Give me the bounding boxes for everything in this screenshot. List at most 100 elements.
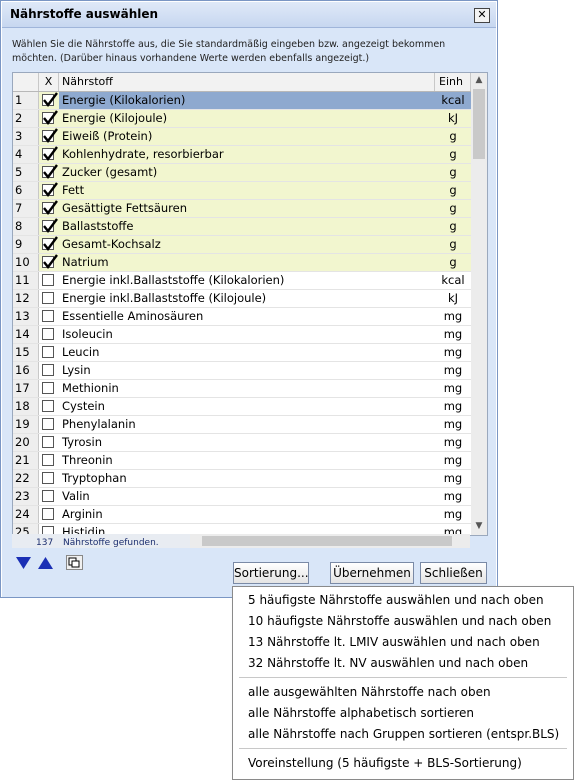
checkbox-icon[interactable] — [42, 110, 58, 125]
checkbox-icon[interactable] — [42, 400, 54, 412]
vertical-scrollbar[interactable]: ▲ ▼ — [471, 73, 487, 535]
table-row[interactable]: 15 Leucin mg — [13, 344, 471, 362]
row-checkbox[interactable] — [39, 362, 59, 379]
menu-item-top5[interactable]: 5 häufigste Nährstoffe auswählen und nac… — [248, 593, 544, 607]
table-row[interactable]: 7 Gesättigte Fettsäuren g — [13, 200, 471, 218]
close-icon[interactable]: ✕ — [474, 8, 490, 23]
checkbox-icon[interactable] — [42, 418, 54, 430]
arrow-down-icon[interactable] — [15, 555, 32, 570]
row-checkbox[interactable] — [39, 200, 59, 217]
checkbox-icon[interactable] — [42, 364, 54, 376]
row-checkbox[interactable] — [39, 398, 59, 415]
table-row[interactable]: 16 Lysin mg — [13, 362, 471, 380]
checkbox-icon[interactable] — [42, 346, 54, 358]
h-scroll-thumb[interactable] — [202, 536, 452, 546]
header-name[interactable]: Nährstoff — [59, 73, 435, 91]
nutrient-unit: kcal — [435, 92, 471, 109]
row-checkbox[interactable] — [39, 182, 59, 199]
row-checkbox[interactable] — [39, 218, 59, 235]
table-row[interactable]: 24 Arginin mg — [13, 506, 471, 524]
checkbox-icon[interactable] — [42, 92, 58, 107]
copy-icon[interactable] — [66, 555, 83, 570]
row-number: 6 — [13, 182, 39, 199]
row-checkbox[interactable] — [39, 290, 59, 307]
menu-item-alphabetic[interactable]: alle Nährstoffe alphabetisch sortieren — [248, 706, 474, 720]
row-checkbox[interactable] — [39, 416, 59, 433]
row-checkbox[interactable] — [39, 308, 59, 325]
checkbox-icon[interactable] — [42, 218, 58, 233]
table-row[interactable]: 22 Tryptophan mg — [13, 470, 471, 488]
checkbox-icon[interactable] — [42, 454, 54, 466]
menu-item-default[interactable]: Voreinstellung (5 häufigste + BLS-Sortie… — [248, 756, 522, 770]
checkbox-icon[interactable] — [42, 164, 58, 179]
row-checkbox[interactable] — [39, 506, 59, 523]
table-row[interactable]: 11 Energie inkl.Ballaststoffe (Kilokalori… — [13, 272, 471, 290]
row-checkbox[interactable] — [39, 488, 59, 505]
table-row[interactable]: 20 Tyrosin mg — [13, 434, 471, 452]
checkbox-icon[interactable] — [42, 490, 54, 502]
row-checkbox[interactable] — [39, 128, 59, 145]
arrow-up-icon[interactable] — [37, 555, 54, 570]
checkbox-icon[interactable] — [42, 292, 54, 304]
checkbox-icon[interactable] — [42, 508, 54, 520]
table-row[interactable]: 12 Energie inkl.Ballaststoffe (Kilojoule)… — [13, 290, 471, 308]
table-row[interactable]: 8 Ballaststoffe g — [13, 218, 471, 236]
menu-item-selected-top[interactable]: alle ausgewählten Nährstoffe nach oben — [248, 685, 491, 699]
checkbox-icon[interactable] — [42, 436, 54, 448]
table-row[interactable]: 9 Gesamt-Kochsalz g — [13, 236, 471, 254]
table-row[interactable]: 21 Threonin mg — [13, 452, 471, 470]
table-row[interactable]: 10 Natrium g — [13, 254, 471, 272]
checkbox-icon[interactable] — [42, 146, 58, 161]
table-row[interactable]: 2 Energie (Kilojoule) kJ — [13, 110, 471, 128]
scroll-down-icon[interactable]: ▼ — [471, 519, 487, 533]
checkbox-icon[interactable] — [42, 310, 54, 322]
table-row[interactable]: 13 Essentielle Aminosäuren mg — [13, 308, 471, 326]
table-row[interactable]: 3 Eiweiß (Protein) g — [13, 128, 471, 146]
table-row[interactable]: 6 Fett g — [13, 182, 471, 200]
row-checkbox[interactable] — [39, 452, 59, 469]
header-unit[interactable]: Einh — [435, 73, 471, 91]
row-checkbox[interactable] — [39, 470, 59, 487]
table-row[interactable]: 19 Phenylalanin mg — [13, 416, 471, 434]
menu-item-nv32[interactable]: 32 Nährstoffe lt. NV auswählen und nach … — [248, 656, 528, 670]
checkbox-icon[interactable] — [42, 472, 54, 484]
table-row[interactable]: 17 Methionin mg — [13, 380, 471, 398]
row-checkbox[interactable] — [39, 380, 59, 397]
checkbox-icon[interactable] — [42, 382, 54, 394]
checkbox-icon[interactable] — [42, 328, 54, 340]
row-checkbox[interactable] — [39, 254, 59, 271]
close-button[interactable]: Schließen — [420, 562, 487, 584]
table-row[interactable]: 14 Isoleucin mg — [13, 326, 471, 344]
row-number: 23 — [13, 488, 39, 505]
row-checkbox[interactable] — [39, 164, 59, 181]
row-checkbox[interactable] — [39, 434, 59, 451]
row-checkbox[interactable] — [39, 272, 59, 289]
checkbox-icon[interactable] — [42, 200, 58, 215]
table-row[interactable]: 18 Cystein mg — [13, 398, 471, 416]
row-checkbox[interactable] — [39, 146, 59, 163]
checkbox-icon[interactable] — [42, 182, 58, 197]
menu-item-lmiv13[interactable]: 13 Nährstoffe lt. LMIV auswählen und nac… — [248, 635, 540, 649]
scroll-thumb[interactable] — [473, 89, 485, 159]
table-row[interactable]: 23 Valin mg — [13, 488, 471, 506]
row-checkbox[interactable] — [39, 92, 59, 109]
apply-button[interactable]: Übernehmen — [330, 562, 414, 584]
checkbox-icon[interactable] — [42, 254, 58, 269]
menu-item-groups[interactable]: alle Nährstoffe nach Gruppen sortieren (… — [248, 727, 559, 741]
row-checkbox[interactable] — [39, 236, 59, 253]
checkbox-icon[interactable] — [42, 236, 58, 251]
table-row[interactable]: 5 Zucker (gesamt) g — [13, 164, 471, 182]
table-row[interactable]: 4 Kohlenhydrate, resorbierbar g — [13, 146, 471, 164]
table-row[interactable]: 1 Energie (Kilokalorien) kcal — [13, 92, 471, 110]
row-number: 20 — [13, 434, 39, 451]
header-check[interactable]: X — [39, 73, 59, 91]
row-checkbox[interactable] — [39, 326, 59, 343]
sort-button[interactable]: Sortierung... — [233, 562, 309, 584]
scroll-up-icon[interactable]: ▲ — [471, 73, 487, 87]
row-checkbox[interactable] — [39, 344, 59, 361]
menu-item-top10[interactable]: 10 häufigste Nährstoffe auswählen und na… — [248, 614, 551, 628]
row-checkbox[interactable] — [39, 110, 59, 127]
checkbox-icon[interactable] — [42, 128, 58, 143]
horizontal-scrollbar[interactable] — [190, 534, 470, 548]
checkbox-icon[interactable] — [42, 274, 54, 286]
